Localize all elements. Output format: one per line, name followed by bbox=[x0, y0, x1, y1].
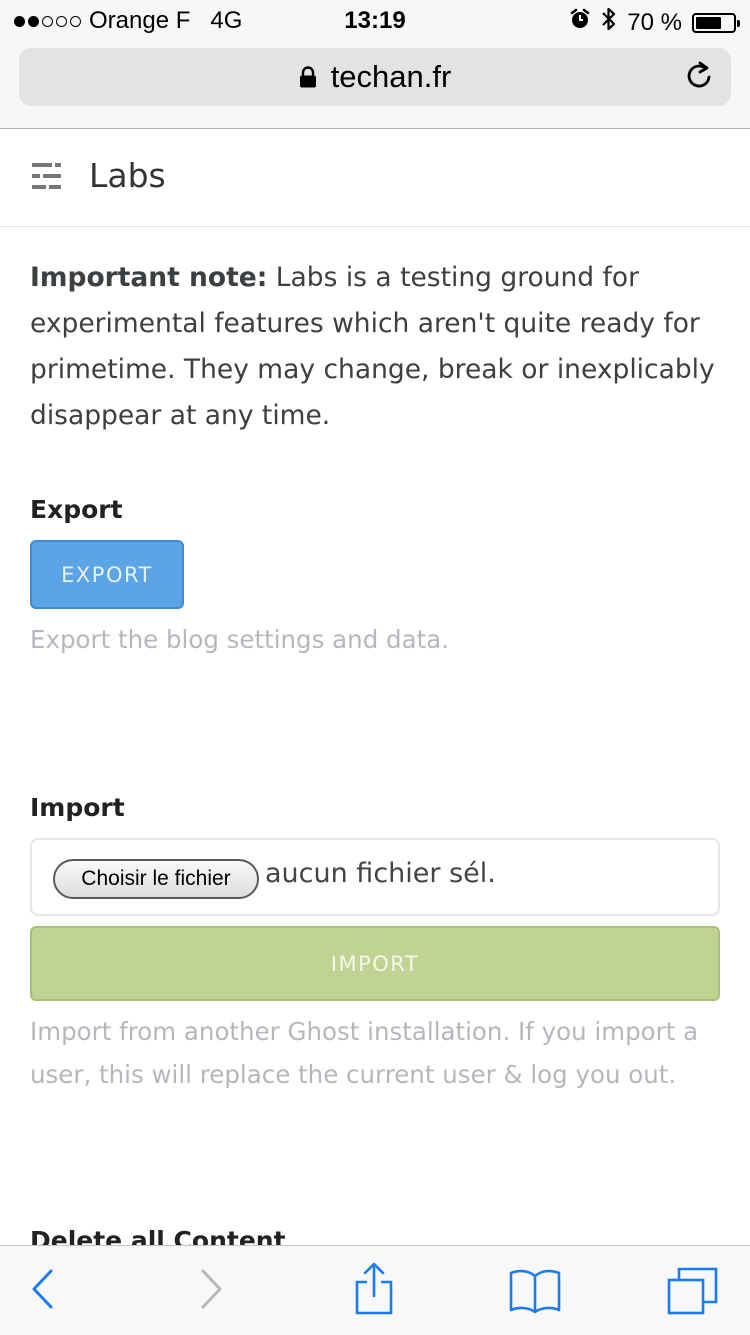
status-bar: Orange F 4G 13:19 70 % bbox=[0, 0, 750, 40]
battery-fill bbox=[696, 16, 722, 29]
bookmarks-icon[interactable] bbox=[508, 1268, 562, 1318]
app-header: Labs bbox=[0, 129, 750, 227]
file-input[interactable]: Choisir le fichier aucun fichier sél. bbox=[30, 838, 720, 916]
battery-icon bbox=[692, 12, 740, 33]
important-note: Important note: Labs is a testing ground… bbox=[30, 255, 720, 439]
import-help: Import from another Ghost installation. … bbox=[30, 1017, 699, 1089]
export-help: Export the blog settings and data. bbox=[30, 625, 450, 654]
import-button[interactable]: IMPORT bbox=[30, 926, 720, 1001]
file-status: aucun fichier sél. bbox=[265, 858, 496, 889]
share-icon[interactable] bbox=[353, 1262, 395, 1320]
tabs-icon[interactable] bbox=[666, 1266, 720, 1320]
reload-icon[interactable] bbox=[685, 60, 715, 100]
import-title: Import bbox=[30, 793, 125, 822]
alarm-icon bbox=[569, 8, 591, 37]
forward-icon[interactable] bbox=[198, 1268, 224, 1314]
export-title: Export bbox=[30, 495, 123, 524]
choose-file-button[interactable]: Choisir le fichier bbox=[53, 859, 259, 899]
browser-address-area: techan.fr bbox=[0, 40, 750, 129]
export-button[interactable]: EXPORT bbox=[30, 540, 184, 609]
menu-icon[interactable] bbox=[32, 162, 62, 196]
browser-toolbar bbox=[0, 1245, 750, 1335]
note-label: Important note: bbox=[30, 262, 268, 293]
battery-percent: 70 % bbox=[627, 8, 682, 36]
address-bar[interactable]: techan.fr bbox=[19, 48, 731, 106]
status-right: 70 % bbox=[569, 6, 740, 39]
page-title: Labs bbox=[89, 156, 166, 195]
url-text: techan.fr bbox=[330, 59, 452, 94]
back-icon[interactable] bbox=[30, 1268, 56, 1314]
bluetooth-icon bbox=[601, 6, 617, 39]
lock-icon bbox=[299, 66, 317, 88]
